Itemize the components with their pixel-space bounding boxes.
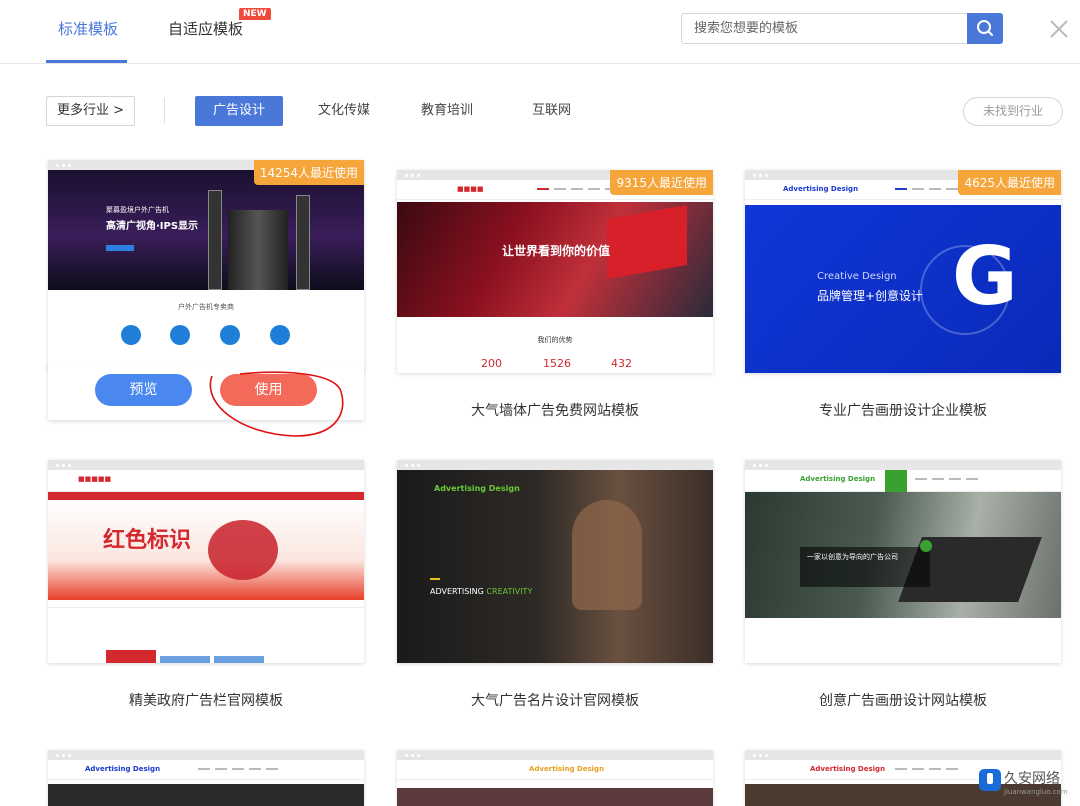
- hero-banner: 聚募盈境户外广告机 高清广视角·IPS显示: [48, 170, 364, 290]
- feature-icon: [220, 325, 240, 345]
- template-title[interactable]: 创意广告画册设计网站模板: [745, 690, 1061, 710]
- search-input[interactable]: [681, 13, 968, 44]
- feature-icon: [121, 325, 141, 345]
- industry-not-found-button[interactable]: 未找到行业: [963, 97, 1063, 126]
- hero-english: Creative Design: [817, 271, 897, 282]
- hero-english: ADVERTISING: [430, 587, 484, 596]
- usage-count-badge: 14254人最近使用: [253, 160, 364, 185]
- watermark-url: jiuanwangluo.com: [1004, 788, 1068, 796]
- feature-icon: [270, 325, 290, 345]
- top-bar: 标准模板 自适应模板 NEW: [0, 0, 1080, 64]
- kiosk-image: [228, 210, 288, 290]
- stat-value: 432: [611, 357, 632, 370]
- tab-adaptive-template[interactable]: 自适应模板: [168, 18, 243, 39]
- stat-value: 200: [481, 357, 502, 370]
- hero-banner: G Creative Design 品牌管理+创意设计: [745, 205, 1061, 373]
- hero-headline: 红色标识: [103, 527, 192, 553]
- watermark-logo: 久安网络 jiuanwangluo.com: [978, 766, 1078, 802]
- watermark-icon: [979, 769, 1001, 791]
- hero-headline: 让世界看到你的价值: [502, 244, 611, 258]
- industry-culture-media[interactable]: 文化传媒: [318, 96, 370, 126]
- hero-banner: 红色标识: [48, 500, 364, 600]
- hero-chinese: 品牌管理+创意设计: [817, 289, 924, 303]
- more-industry-button[interactable]: 更多行业 >: [46, 96, 135, 126]
- close-icon: [1050, 20, 1068, 38]
- new-badge: NEW: [239, 8, 271, 20]
- stat-value: 1526: [543, 357, 571, 370]
- template-thumbnail[interactable]: ■■■■ 让世界看到你的价值 我们的优势 200 1526 432: [397, 170, 713, 373]
- tab-standard-template[interactable]: 标准模板: [58, 18, 118, 39]
- industry-education[interactable]: 教育培训: [421, 96, 473, 126]
- industry-ad-design[interactable]: 广告设计: [195, 96, 283, 126]
- search-icon: [977, 20, 993, 36]
- hero-banner: 让世界看到你的价值: [397, 202, 713, 317]
- template-thumbnail[interactable]: 聚募盈境户外广告机 高清广视角·IPS显示 户外广告机专卖商: [48, 160, 364, 372]
- site-logo: Advertising Design: [529, 765, 605, 773]
- template-thumbnail[interactable]: Advertising Design G Creative Design 品牌管…: [745, 170, 1061, 373]
- template-thumbnail[interactable]: Advertising Design: [48, 750, 364, 806]
- hero-banner: 一家以创意为导向的广告公司: [745, 492, 1061, 618]
- site-logo: Advertising Design: [434, 484, 520, 493]
- hero-accent: CREATIVITY: [486, 587, 533, 596]
- card-actions: 预览 使用: [48, 364, 364, 437]
- red-circle-annotation: [209, 371, 344, 437]
- usage-count-badge: 9315人最近使用: [610, 170, 713, 195]
- hero-line-1: 聚募盈境户外广告机: [106, 206, 169, 214]
- template-thumbnail[interactable]: ■■■■■ 红色标识: [48, 460, 364, 663]
- template-thumbnail[interactable]: Advertising Design: [397, 750, 713, 806]
- section-title: 我们的优势: [537, 336, 573, 344]
- template-title[interactable]: 专业广告画册设计企业模板: [745, 400, 1061, 420]
- site-logo: Advertising Design: [85, 765, 161, 773]
- section-title: 户外广告机专卖商: [178, 303, 234, 311]
- hero-letter: G: [952, 230, 1018, 323]
- template-title[interactable]: 大气墙体广告免费网站模板: [397, 400, 713, 420]
- hero-headline: 一家以创意为导向的广告公司: [807, 553, 898, 561]
- hero-line-2: 高清广视角·IPS显示: [106, 221, 199, 232]
- site-logo: Advertising Design: [783, 185, 859, 193]
- preview-button[interactable]: 预览: [95, 374, 192, 406]
- template-title[interactable]: 精美政府广告栏官网模板: [48, 690, 364, 710]
- site-logo: Advertising Design: [810, 765, 886, 773]
- search-button[interactable]: [967, 13, 1003, 44]
- usage-count-badge: 4625人最近使用: [958, 170, 1061, 195]
- active-tab-underline: [46, 60, 127, 63]
- industry-internet[interactable]: 互联网: [532, 96, 571, 126]
- close-button[interactable]: [1046, 16, 1072, 42]
- template-title[interactable]: 大气广告名片设计官网模板: [397, 690, 713, 710]
- template-thumbnail[interactable]: Advertising Design ADVERTISING CREATIVIT…: [397, 460, 713, 663]
- watermark-name: 久安网络: [1004, 771, 1060, 787]
- feature-icon: [170, 325, 190, 345]
- site-logo: Advertising Design: [800, 475, 876, 483]
- template-thumbnail[interactable]: Advertising Design 一家以创意为导向的广告公司: [745, 460, 1061, 663]
- filter-divider: [164, 98, 165, 124]
- hero-banner: Advertising Design ADVERTISING CREATIVIT…: [397, 470, 713, 663]
